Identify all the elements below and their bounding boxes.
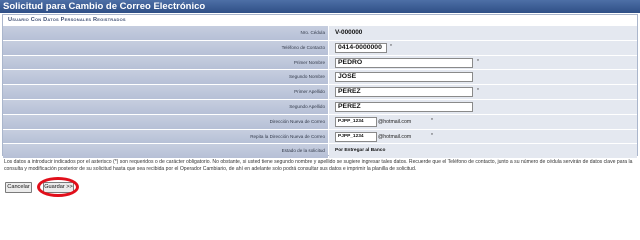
cedula-value: V-000000 — [335, 29, 363, 36]
telefono-input[interactable]: 0414-0000000 — [335, 42, 387, 53]
section-title: Usuario Con Datos Personales Registrados — [8, 17, 126, 23]
row-segundo-apellido: Segundo Apellido PÉREZ — [3, 98, 637, 114]
correo-nuevo-input[interactable]: PJPP_1234 — [335, 116, 377, 127]
correo-repetir-label: Repita la Dirección Nueva de Correo — [3, 129, 328, 144]
telefono-required-mark: * — [390, 43, 392, 50]
primer-nombre-label: Primer Nombre — [3, 55, 328, 70]
correo-repetir-domain: @hotmail.com — [378, 133, 412, 140]
row-correo-nuevo: Dirección Nueva de Correo PJPP_1234 @hot… — [3, 113, 637, 129]
correo-nuevo-label: Dirección Nueva de Correo — [3, 114, 328, 129]
correo-repetir-input[interactable]: PJPP_1234 — [335, 131, 377, 142]
row-primer-nombre: Primer Nombre PEDRO * — [3, 54, 637, 70]
segundo-apellido-input[interactable]: PÉREZ — [335, 101, 473, 112]
cedula-label: Nro. Cédula — [3, 26, 328, 40]
segundo-nombre-label: Segundo Nombre — [3, 70, 328, 85]
save-button[interactable]: Guardar >> — [43, 182, 74, 193]
row-cedula: Nro. Cédula V-000000 — [3, 25, 637, 40]
correo-repetir-required-mark: * — [431, 132, 433, 139]
cancel-button[interactable]: Cancelar — [5, 182, 32, 193]
correo-nuevo-required-mark: * — [431, 117, 433, 124]
row-primer-apellido: Primer Apellido PÉREZ * — [3, 84, 637, 99]
window-title: Solicitud para Cambio de Correo Electrón… — [0, 0, 640, 13]
correo-nuevo-domain: @hotmail.com — [378, 118, 412, 125]
primer-apellido-input[interactable]: PÉREZ — [335, 87, 473, 98]
row-estado: Estado de la solicitud Por Entregar al B… — [3, 143, 637, 159]
estado-value: Por Entregar al Banco — [335, 148, 386, 154]
form-rows: Nro. Cédula V-000000 Teléfono de Contact… — [3, 25, 637, 159]
telefono-label: Teléfono de Contacto — [3, 40, 328, 55]
primer-nombre-input[interactable]: PEDRO — [335, 57, 473, 68]
required-fields-note: Los datos a introducir indicados por el … — [4, 159, 633, 173]
form-panel: Usuario Con Datos Personales Registrados… — [2, 14, 638, 159]
primer-apellido-required-mark: * — [477, 88, 479, 95]
row-telefono: Teléfono de Contacto 0414-0000000 * — [3, 39, 637, 55]
segundo-nombre-input[interactable]: JOSÉ — [335, 72, 473, 83]
row-correo-repetir: Repita la Dirección Nueva de Correo PJPP… — [3, 128, 637, 144]
segundo-apellido-label: Segundo Apellido — [3, 99, 328, 114]
primer-apellido-label: Primer Apellido — [3, 85, 328, 99]
primer-nombre-required-mark: * — [477, 58, 479, 65]
row-segundo-nombre: Segundo Nombre JOSÉ — [3, 69, 637, 85]
estado-label: Estado de la solicitud — [3, 144, 328, 159]
